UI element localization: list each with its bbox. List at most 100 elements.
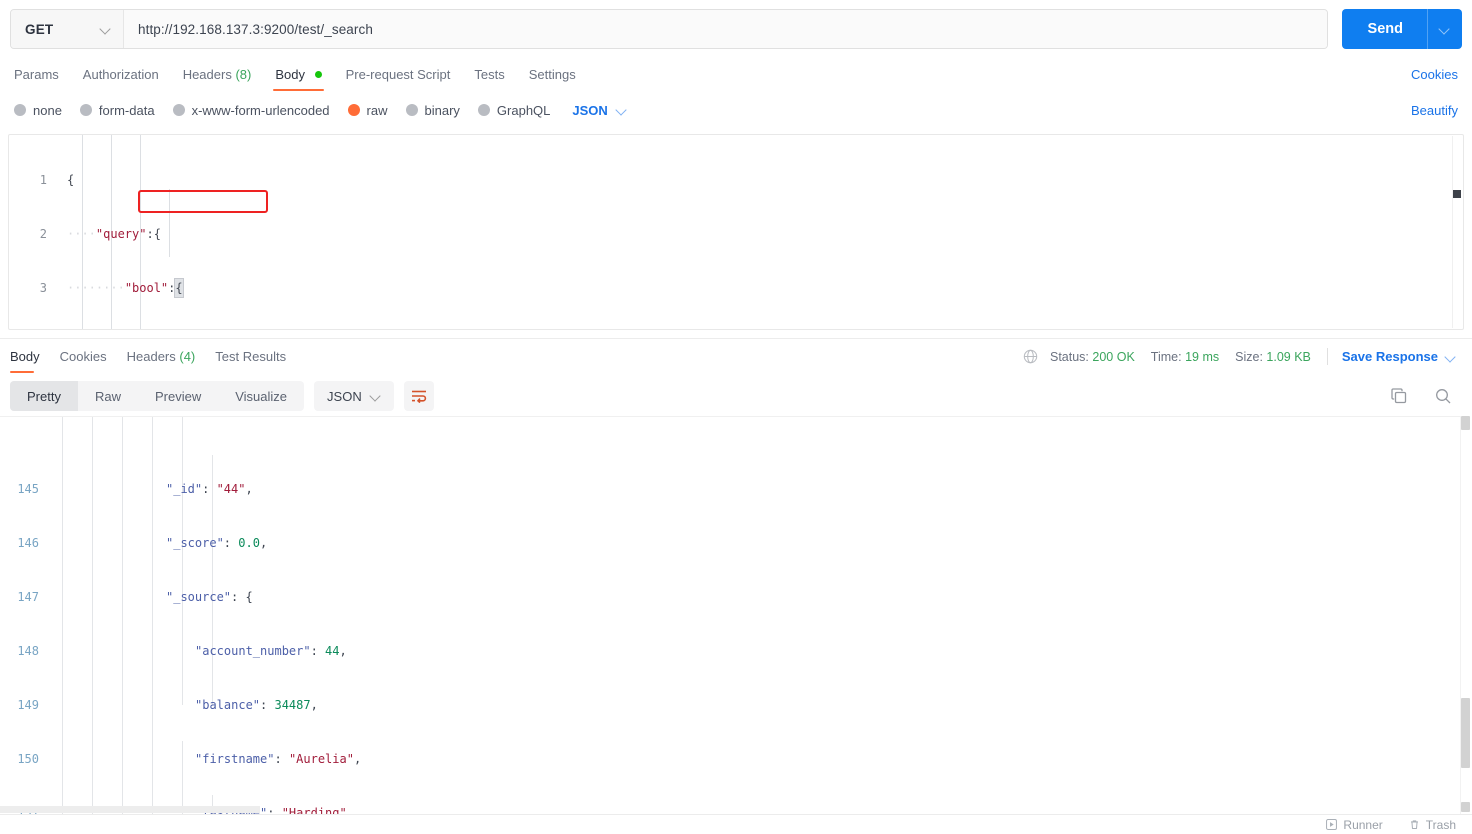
- search-icon[interactable]: [1434, 387, 1452, 405]
- line-number: 150: [17, 752, 39, 766]
- body-type-x-www-form-urlencoded[interactable]: x-www-form-urlencoded: [172, 103, 330, 118]
- response-horizontal-scrollbar[interactable]: [0, 806, 260, 813]
- time-value: 19 ms: [1185, 349, 1220, 364]
- statusbar-trash[interactable]: Trash: [1409, 818, 1456, 832]
- view-mode-pretty[interactable]: Pretty: [10, 381, 78, 411]
- tab-label: Body: [275, 67, 305, 82]
- line-number: 2: [39, 227, 47, 241]
- view-mode-label: Pretty: [27, 388, 61, 404]
- body-active-dot-icon: [314, 71, 322, 78]
- beautify-link[interactable]: Beautify: [1411, 103, 1458, 118]
- raw-format-select[interactable]: JSON: [572, 103, 626, 118]
- statusbar-runner[interactable]: Runner: [1326, 818, 1383, 832]
- body-type-raw[interactable]: raw: [347, 103, 388, 118]
- tab-label: Headers: [182, 67, 232, 82]
- tab-params[interactable]: Params: [14, 58, 71, 91]
- status-bar: Runner Trash: [0, 814, 1472, 834]
- line-content: ····"query":{: [67, 227, 161, 241]
- size-value: 1.09 KB: [1266, 349, 1311, 364]
- response-headers-count: (4): [179, 349, 196, 364]
- response-tab-test-results[interactable]: Test Results: [205, 340, 296, 373]
- tab-label: Settings: [528, 67, 576, 82]
- response-tab-cookies[interactable]: Cookies: [50, 340, 117, 373]
- code-line: 2 ····"query":{: [9, 225, 1463, 243]
- size-badge: Size: 1.09 KB: [1235, 350, 1311, 364]
- chevron-down-icon: [617, 105, 627, 115]
- line-content: "account_number": 44,: [195, 644, 347, 658]
- http-method-value: GET: [25, 21, 54, 37]
- request-editor-scrollbar[interactable]: [1452, 136, 1462, 328]
- line-content: {: [67, 173, 75, 187]
- tab-body[interactable]: Body: [263, 58, 333, 91]
- line-content: "firstname": "Aurelia",: [195, 752, 362, 766]
- request-tabs-right: Cookies: [1411, 67, 1458, 82]
- line-content: "_source": {: [166, 590, 253, 604]
- body-type-none[interactable]: none: [14, 103, 62, 118]
- send-group: Send: [1341, 9, 1462, 49]
- cookies-link[interactable]: Cookies: [1411, 67, 1458, 82]
- response-toolbar-right: [1390, 387, 1462, 405]
- body-type-form-data[interactable]: form-data: [79, 102, 155, 118]
- save-response-label: Save Response: [1341, 349, 1438, 364]
- tab-authorization[interactable]: Authorization: [71, 58, 171, 91]
- body-type-binary[interactable]: binary: [405, 103, 460, 118]
- tab-headers-count: (8): [235, 67, 252, 82]
- response-code: 145 "_id": "44", 146 "_score": 0.0, 147 …: [0, 426, 1460, 814]
- scrollbar-thumb[interactable]: [1453, 190, 1461, 198]
- view-mode-label: Visualize: [235, 388, 288, 404]
- response-line: 149 "balance": 34487,: [0, 696, 1460, 714]
- time-badge: Time: 19 ms: [1151, 350, 1219, 364]
- save-response-button[interactable]: Save Response: [1342, 349, 1456, 364]
- tab-tests[interactable]: Tests: [462, 58, 516, 91]
- wrap-text-button[interactable]: [403, 381, 434, 411]
- chevron-down-icon: [101, 24, 111, 34]
- view-mode-visualize[interactable]: Visualize: [218, 381, 304, 411]
- view-mode-label: Raw: [94, 388, 121, 404]
- copy-icon[interactable]: [1390, 387, 1408, 405]
- divider: [1326, 348, 1328, 365]
- radio-icon-selected: [347, 104, 360, 116]
- tab-settings[interactable]: Settings: [517, 58, 588, 91]
- response-tab-body[interactable]: Body: [10, 340, 50, 373]
- tab-headers[interactable]: Headers (8): [171, 58, 264, 91]
- line-number: 149: [17, 698, 39, 712]
- send-button[interactable]: Send: [1342, 9, 1428, 49]
- response-format-select[interactable]: JSON: [314, 381, 394, 411]
- view-mode-preview[interactable]: Preview: [138, 381, 218, 411]
- chevron-down-icon: [1446, 352, 1456, 362]
- indent-guide: [169, 189, 170, 257]
- scrollbar-thumb-bottom[interactable]: [1461, 802, 1470, 812]
- tab-label: Body: [10, 349, 40, 364]
- line-number: 1: [39, 173, 47, 187]
- statusbar-label: Trash: [1425, 817, 1456, 832]
- tab-label: Authorization: [82, 67, 159, 82]
- status-label: Status:: [1050, 349, 1089, 364]
- tab-label: Params: [14, 67, 59, 82]
- radio-icon: [14, 104, 26, 116]
- body-type-graphql[interactable]: GraphQL: [477, 103, 550, 118]
- response-line: 150 "firstname": "Aurelia",: [0, 750, 1460, 768]
- scrollbar-thumb[interactable]: [1461, 698, 1470, 768]
- radio-icon: [477, 104, 490, 116]
- http-method-select[interactable]: GET: [11, 10, 124, 48]
- response-meta: Status: 200 OK Time: 19 ms Size: 1.09 KB…: [1023, 348, 1462, 365]
- request-body-editor[interactable]: 1 { 2 ····"query":{ 3 ········"bool":{ 4…: [8, 134, 1464, 330]
- method-url-group: GET http://192.168.137.3:9200/test/_sear…: [10, 9, 1328, 49]
- scrollbar-thumb-top[interactable]: [1461, 416, 1470, 430]
- status-value: 200 OK: [1092, 349, 1135, 364]
- tab-pre-request-script[interactable]: Pre-request Script: [334, 58, 463, 91]
- response-scrollbar[interactable]: [1460, 416, 1472, 814]
- response-tab-headers[interactable]: Headers (4): [117, 340, 206, 373]
- send-options-button[interactable]: [1428, 9, 1462, 49]
- response-body-viewer[interactable]: "_index": "test", 145 "_id": "44", 146 "…: [0, 416, 1472, 814]
- postman-window: GET http://192.168.137.3:9200/test/_sear…: [0, 0, 1472, 834]
- response-line: 146 "_score": 0.0,: [0, 534, 1460, 552]
- view-mode-raw[interactable]: Raw: [78, 381, 138, 411]
- tab-label: Headers: [126, 349, 176, 364]
- line-number: 148: [17, 644, 39, 658]
- body-type-label: form-data: [98, 102, 155, 118]
- wrap-text-icon: [411, 390, 426, 403]
- tab-label: Cookies: [59, 349, 107, 364]
- chevron-down-icon: [1440, 24, 1450, 34]
- request-url-input[interactable]: http://192.168.137.3:9200/test/_search: [124, 10, 1327, 48]
